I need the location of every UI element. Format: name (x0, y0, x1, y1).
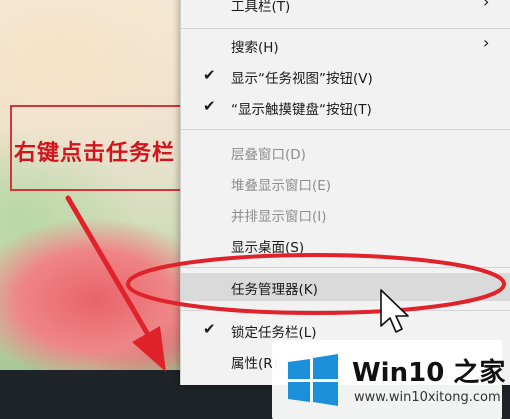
site-watermark: Win10 之家 www.win10xitong.com (272, 340, 506, 419)
menu-item-label: 锁定任务栏(L) (231, 325, 317, 341)
menu-item-label: 属性(R) (231, 356, 278, 372)
annotation-text: 右键点击任务栏 (14, 140, 176, 166)
menu-separator (181, 267, 510, 268)
check-icon: ✔ (203, 66, 216, 84)
menu-item-label: 层叠窗口(D) (231, 147, 306, 163)
menu-separator (181, 28, 510, 29)
watermark-title: Win10 之家 (352, 358, 506, 388)
watermark-url: www.win10xitong.com (354, 390, 501, 405)
menu-item-label: “显示触摸键盘“按钮(T) (231, 102, 372, 118)
menu-item-show-task-view[interactable]: ✔ 显示“任务视图”按钮(V) (181, 62, 510, 90)
menu-item-side-by-side-windows[interactable]: 并排显示窗口(I) (181, 200, 510, 228)
submenu-arrow-icon: › (483, 33, 490, 52)
menu-item-label: 并排显示窗口(I) (231, 209, 327, 225)
menu-item-task-manager[interactable]: 任务管理器(K) (181, 273, 510, 301)
menu-item-label: 任务管理器(K) (231, 282, 318, 298)
screenshot-stage: 右键点击任务栏 工具栏(T) › 搜索(H) › ✔ 显示“任务视图”按钮(V)… (0, 0, 510, 419)
menu-item-stack-windows[interactable]: 堆叠显示窗口(E) (181, 169, 510, 197)
menu-item-search[interactable]: 搜索(H) › (181, 31, 510, 59)
check-icon: ✔ (203, 320, 216, 338)
menu-item-label: 显示“任务视图”按钮(V) (231, 71, 373, 87)
menu-item-cascade-windows[interactable]: 层叠窗口(D) (181, 138, 510, 166)
menu-item-show-touch-keyboard[interactable]: ✔ “显示触摸键盘“按钮(T) (181, 93, 510, 121)
windows-logo-icon (288, 354, 338, 406)
menu-item-label: 堆叠显示窗口(E) (231, 178, 332, 194)
submenu-arrow-icon: › (483, 0, 490, 11)
taskbar-context-menu: 工具栏(T) › 搜索(H) › ✔ 显示“任务视图”按钮(V) ✔ “显示触摸… (180, 0, 510, 385)
menu-item-label: 搜索(H) (231, 40, 279, 56)
menu-item-show-desktop[interactable]: 显示桌面(S) (181, 231, 510, 259)
menu-item-label: 显示桌面(S) (231, 240, 305, 256)
menu-item-toolbars[interactable]: 工具栏(T) › (181, 0, 510, 18)
menu-item-label: 工具栏(T) (231, 0, 291, 15)
check-icon: ✔ (203, 97, 216, 115)
menu-separator (181, 310, 510, 311)
menu-separator (181, 129, 510, 130)
